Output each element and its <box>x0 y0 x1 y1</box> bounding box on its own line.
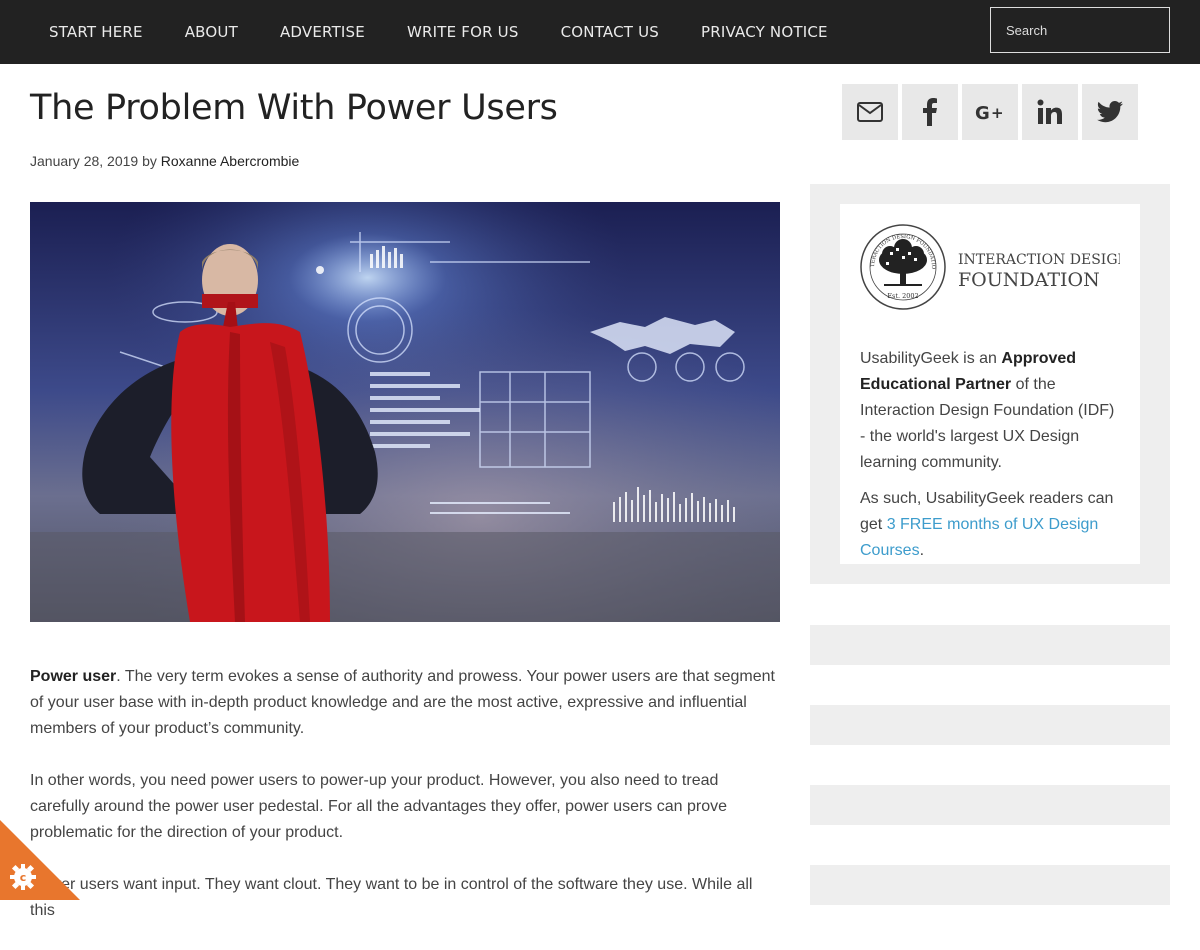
facebook-icon <box>923 98 937 126</box>
cookie-gear-icon: c <box>10 864 36 890</box>
post-date: January 28, 2019 <box>30 153 139 169</box>
svg-text:G: G <box>975 103 990 122</box>
post-meta: January 28, 2019 by Roxanne Abercrombie <box>30 153 299 169</box>
twitter-share-button[interactable] <box>1082 84 1138 140</box>
paragraph-3: Power users want input. They want clout.… <box>30 876 753 919</box>
nav-contact-us[interactable]: CONTACT US <box>540 0 680 64</box>
idf-logo[interactable]: INTERACTION DESIGN FOUNDATION Est. 2002 … <box>860 224 1120 310</box>
sidebar-placeholder-bar <box>810 625 1170 665</box>
idf-text-1: UsabilityGeek is an <box>860 350 1002 367</box>
hero-image <box>30 202 780 622</box>
idf-text-2-end: . <box>919 542 925 559</box>
email-share-button[interactable] <box>842 84 898 140</box>
idf-paragraph-1: UsabilityGeek is an Approved Educational… <box>860 346 1122 476</box>
idf-widget-card: INTERACTION DESIGN FOUNDATION Est. 2002 … <box>840 204 1140 564</box>
article-body: Power user. The very term evokes a sense… <box>30 664 780 950</box>
search-input[interactable] <box>990 7 1170 53</box>
twitter-icon <box>1097 101 1123 123</box>
google-plus-icon: G + <box>975 103 1004 122</box>
cookie-settings-button[interactable]: c <box>0 820 80 900</box>
nav-advertise[interactable]: ADVERTISE <box>259 0 386 64</box>
paragraph-2: In other words, you need power users to … <box>30 772 727 841</box>
post-by: by <box>142 153 157 169</box>
linkedin-share-button[interactable] <box>1022 84 1078 140</box>
main-menu: START HERE ABOUT ADVERTISE WRITE FOR US … <box>28 0 849 64</box>
post-author-link[interactable]: Roxanne Abercrombie <box>161 153 300 169</box>
idf-paragraph-2: As such, UsabilityGeek readers can get 3… <box>860 486 1122 564</box>
power-user-term: Power user <box>30 668 117 685</box>
post-title: The Problem With Power Users <box>30 88 558 128</box>
social-share-buttons: G + <box>842 84 1142 140</box>
free-courses-link[interactable]: 3 FREE months of UX Design Courses <box>860 516 1098 559</box>
idf-logo-line1: INTERACTION DESIGN <box>958 252 1120 268</box>
seal-est: Est. 2002 <box>887 292 918 300</box>
top-navigation-bar: START HERE ABOUT ADVERTISE WRITE FOR US … <box>0 0 1200 64</box>
linkedin-icon <box>1037 99 1062 124</box>
nav-about[interactable]: ABOUT <box>164 0 259 64</box>
nav-write-for-us[interactable]: WRITE FOR US <box>386 0 540 64</box>
idf-logo-line2: FOUNDATION <box>958 269 1100 291</box>
sidebar-placeholder-bar <box>810 865 1170 905</box>
idf-description: UsabilityGeek is an Approved Educational… <box>860 346 1122 574</box>
facebook-share-button[interactable] <box>902 84 958 140</box>
paragraph-1: Power user. The very term evokes a sense… <box>30 664 780 742</box>
idf-partner-widget: INTERACTION DESIGN FOUNDATION Est. 2002 … <box>810 184 1170 584</box>
sidebar-placeholder-bar <box>810 785 1170 825</box>
nav-start-here[interactable]: START HERE <box>28 0 164 64</box>
paragraph-1-text: . The very term evokes a sense of author… <box>30 668 775 737</box>
email-icon <box>857 102 883 122</box>
sidebar-placeholder-bar <box>810 705 1170 745</box>
google-plus-share-button[interactable]: G + <box>962 84 1018 140</box>
svg-text:+: + <box>991 104 1004 122</box>
svg-text:c: c <box>20 871 27 884</box>
nav-privacy-notice[interactable]: PRIVACY NOTICE <box>680 0 849 64</box>
